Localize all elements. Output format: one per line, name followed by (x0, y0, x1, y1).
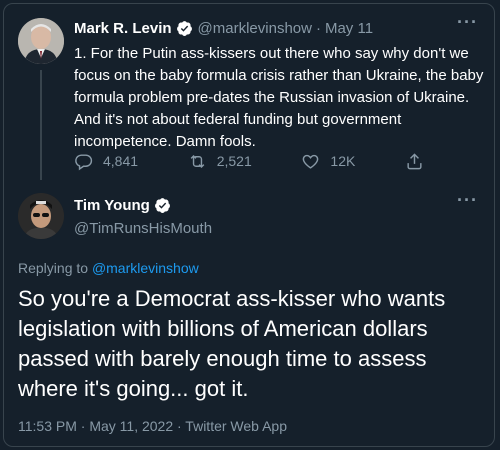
tweet2-timestamp-source[interactable]: 11:53 PM · May 11, 2022 · Twitter Web Ap… (18, 418, 287, 434)
tweet1-date[interactable]: May 11 (325, 20, 373, 37)
like-button[interactable]: 12K (301, 152, 355, 171)
like-count: 12K (330, 153, 356, 169)
more-options-icon[interactable]: ··· (457, 12, 478, 33)
share-button[interactable] (405, 152, 434, 171)
tweet2-text: So you're a Democrat ass-kisser who want… (18, 286, 446, 401)
tweet1-text: 1. For the Putin ass-kissers out there w… (74, 45, 484, 150)
tweet2-display-name[interactable]: Tim Young (74, 197, 150, 214)
reply-icon (75, 153, 93, 170)
tweet1-author-row: Mark R. Levin @marklevinshow · May 11 (74, 20, 373, 37)
retweet-icon (190, 154, 205, 168)
avatar-tim-young[interactable] (18, 193, 64, 239)
tweet2-handle[interactable]: @TimRunsHisMouth (74, 220, 212, 237)
reply-button[interactable]: 4,841 (74, 152, 138, 171)
replying-to-mention-link[interactable]: @marklevinshow (92, 260, 199, 276)
tweet1-handle[interactable]: @marklevinshow (198, 20, 312, 37)
verified-badge-icon (154, 197, 171, 214)
tweet1-display-name[interactable]: Mark R. Levin (74, 20, 172, 37)
retweet-button[interactable]: 2,521 (188, 152, 252, 171)
verified-badge-icon (176, 20, 193, 37)
quoted-thread-tweet[interactable]: Mark R. Levin @marklevinshow · May 11 ··… (0, 0, 500, 185)
retweet-count: 2,521 (216, 153, 252, 169)
tweet1-action-bar: 4,841 2,521 12K (74, 150, 434, 172)
share-icon (407, 152, 422, 169)
avatar-mark-levin[interactable] (18, 18, 64, 64)
separator-dot: · (315, 20, 321, 37)
reply-count: 4,841 (103, 153, 139, 169)
tweet2-author-row: Tim Young (74, 197, 171, 214)
replying-to-prefix: Replying to (18, 260, 92, 276)
replying-to-line: Replying to @marklevinshow (18, 260, 199, 276)
thread-connector-line (40, 70, 42, 180)
heart-icon (303, 154, 319, 169)
more-options-icon[interactable]: ··· (457, 190, 478, 211)
